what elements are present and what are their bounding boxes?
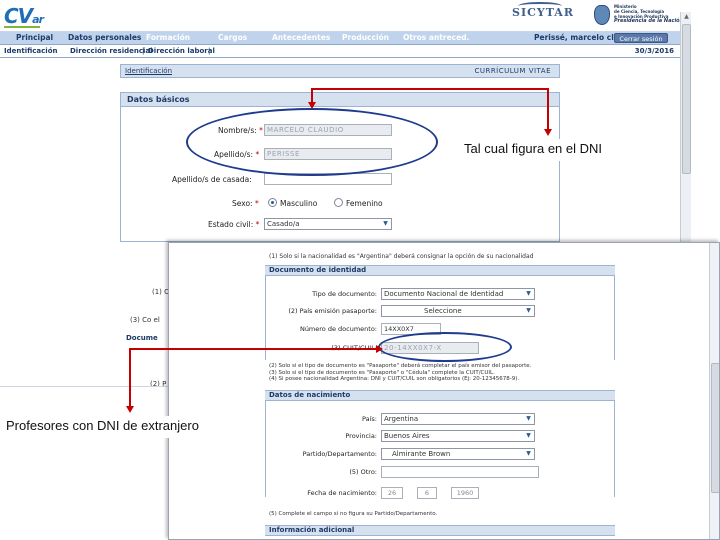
arrow-line <box>311 89 313 103</box>
chevron-down-icon: ▼ <box>526 290 531 297</box>
arrow-line <box>129 348 131 408</box>
birth-provincia-select[interactable]: Buenos Aires ▼ <box>381 430 535 442</box>
birth-year-field[interactable]: 1960 <box>451 487 479 499</box>
subtab-direccion-residencial[interactable]: Dirección residencial <box>70 47 153 55</box>
tab-cargos[interactable]: Cargos <box>218 33 247 42</box>
user-name: Perissé, marcelo cl <box>534 33 614 42</box>
page-scrollbar[interactable]: ▲ <box>680 12 691 242</box>
zoomed-form-overlay: (1) Solo si la nacionalidad es "Argentin… <box>168 242 720 540</box>
chevron-down-icon: ▼ <box>526 307 531 314</box>
document-notes: (2) Solo si el tipo de documento es "Pas… <box>269 363 532 382</box>
arrow-line <box>129 348 379 350</box>
partial-note-1: (1) C <box>152 288 170 296</box>
coat-of-arms-icon <box>594 5 610 25</box>
numero-documento-label: Número de documento: <box>299 325 377 333</box>
birth-otro-field[interactable] <box>381 466 539 478</box>
subnav-separator: | <box>142 47 145 55</box>
tipo-documento-select[interactable]: Documento Nacional de Identidad ▼ <box>381 288 535 300</box>
chevron-down-icon: ▼ <box>526 450 531 457</box>
tab-datos-personales[interactable]: Datos personales <box>68 33 141 42</box>
tab-produccion[interactable]: Producción <box>342 33 389 42</box>
birth-pais-select[interactable]: Argentina ▼ <box>381 413 535 425</box>
arrow-line <box>311 88 549 90</box>
callout-foreign-dni-text: Profesores con DNI de extranjero <box>2 416 260 438</box>
birth-data-title: Datos de nacimiento <box>265 390 615 401</box>
subnav-separator: | <box>208 47 211 55</box>
arrow-head-icon <box>544 129 552 136</box>
identification-link[interactable]: Identificación <box>125 67 172 75</box>
sexo-masculino-label: Masculino <box>280 199 318 208</box>
sub-nav: Identificación Dirección residencial | D… <box>0 45 680 58</box>
pais-pasaporte-label: (2) País emisión pasaporte: <box>288 307 377 315</box>
subtab-identificacion[interactable]: Identificación <box>4 47 58 55</box>
birth-month-field[interactable]: 6 <box>417 487 437 499</box>
logout-button[interactable]: Cerrar sesión <box>614 33 668 43</box>
birth-day-field[interactable]: 26 <box>381 487 403 499</box>
subtab-direccion-laboral[interactable]: Dirección laboral <box>148 47 215 55</box>
basic-data-title: Datos básicos <box>121 93 559 107</box>
sexo-femenino-radio[interactable] <box>334 198 343 207</box>
sexo-masculino-radio[interactable] <box>268 198 277 207</box>
scroll-up-icon[interactable]: ▲ <box>682 13 691 22</box>
tipo-documento-label: Tipo de documento: <box>312 290 377 298</box>
identity-document-title: Documento de identidad <box>265 265 615 276</box>
birth-partido-select[interactable]: Almirante Brown ▼ <box>381 448 535 460</box>
identification-bar: Identificación CURRÍCULUM VITAE <box>120 64 560 78</box>
sexo-label: Sexo: * <box>232 199 259 208</box>
current-date: 30/3/2016 <box>634 47 674 55</box>
chevron-down-icon: ▼ <box>526 432 531 439</box>
birth-pais-label: País: <box>362 415 377 423</box>
main-nav: Principal Datos personales Formación Car… <box>0 32 680 45</box>
logo-underline <box>4 26 40 28</box>
tab-antecedentes[interactable]: Antecedentes <box>272 33 330 42</box>
cvar-logo[interactable]: CVar <box>4 4 44 28</box>
scrollbar-thumb[interactable] <box>682 24 691 174</box>
tab-otros-antecedentes[interactable]: Otros antreced. <box>403 33 469 42</box>
partial-note-2: (3) Co el <box>130 316 160 324</box>
apellido-casada-label: Apellido/s de casada: <box>172 175 252 184</box>
sexo-femenino-label: Femenino <box>346 199 383 208</box>
cuit-highlight-ellipse <box>378 332 512 362</box>
partial-section-title: Docume <box>126 334 158 342</box>
chevron-down-icon: ▼ <box>526 415 531 422</box>
arrow-head-icon <box>308 102 316 109</box>
sicytar-logo: SICYTAR <box>512 6 574 19</box>
birth-notes: (5) Complete el campo si no figura su Pa… <box>269 511 438 517</box>
divider <box>0 386 168 387</box>
birth-partido-label: Partido/Departamento: <box>302 450 377 458</box>
birth-date-label: Fecha de nacimiento: <box>307 489 377 497</box>
birth-otro-label: (5) Otro: <box>349 468 377 476</box>
arrow-head-icon <box>126 406 134 413</box>
arrow-head-icon <box>376 345 383 353</box>
cv-title: CURRÍCULUM VITAE <box>474 67 551 75</box>
tab-principal[interactable]: Principal <box>16 33 53 42</box>
estado-civil-label: Estado civil: * <box>208 220 260 229</box>
estado-civil-select[interactable]: Casado/a ▼ <box>264 218 392 230</box>
arrow-line <box>547 88 549 130</box>
overlay-scrollbar[interactable]: ▲ <box>709 243 719 539</box>
pais-pasaporte-select[interactable]: Seleccione ▼ <box>381 305 535 317</box>
app-header: CVar SICYTAR Ministerio de Ciencia, Tecn… <box>0 0 683 32</box>
chevron-down-icon: ▼ <box>383 220 388 227</box>
callout-dni-text: Tal cual figura en el DNI <box>460 139 680 161</box>
additional-info-title: Información adicional <box>265 525 615 536</box>
scrollbar-thumb[interactable] <box>711 363 719 493</box>
tab-formacion[interactable]: Formación <box>146 33 190 42</box>
nationality-note: (1) Solo si la nacionalidad es "Argentin… <box>269 253 534 260</box>
ministry-logo: Ministerio de Ciencia, Tecnología e Inno… <box>594 3 683 29</box>
birth-provincia-label: Provincia: <box>345 432 377 440</box>
names-highlight-ellipse <box>186 108 438 176</box>
